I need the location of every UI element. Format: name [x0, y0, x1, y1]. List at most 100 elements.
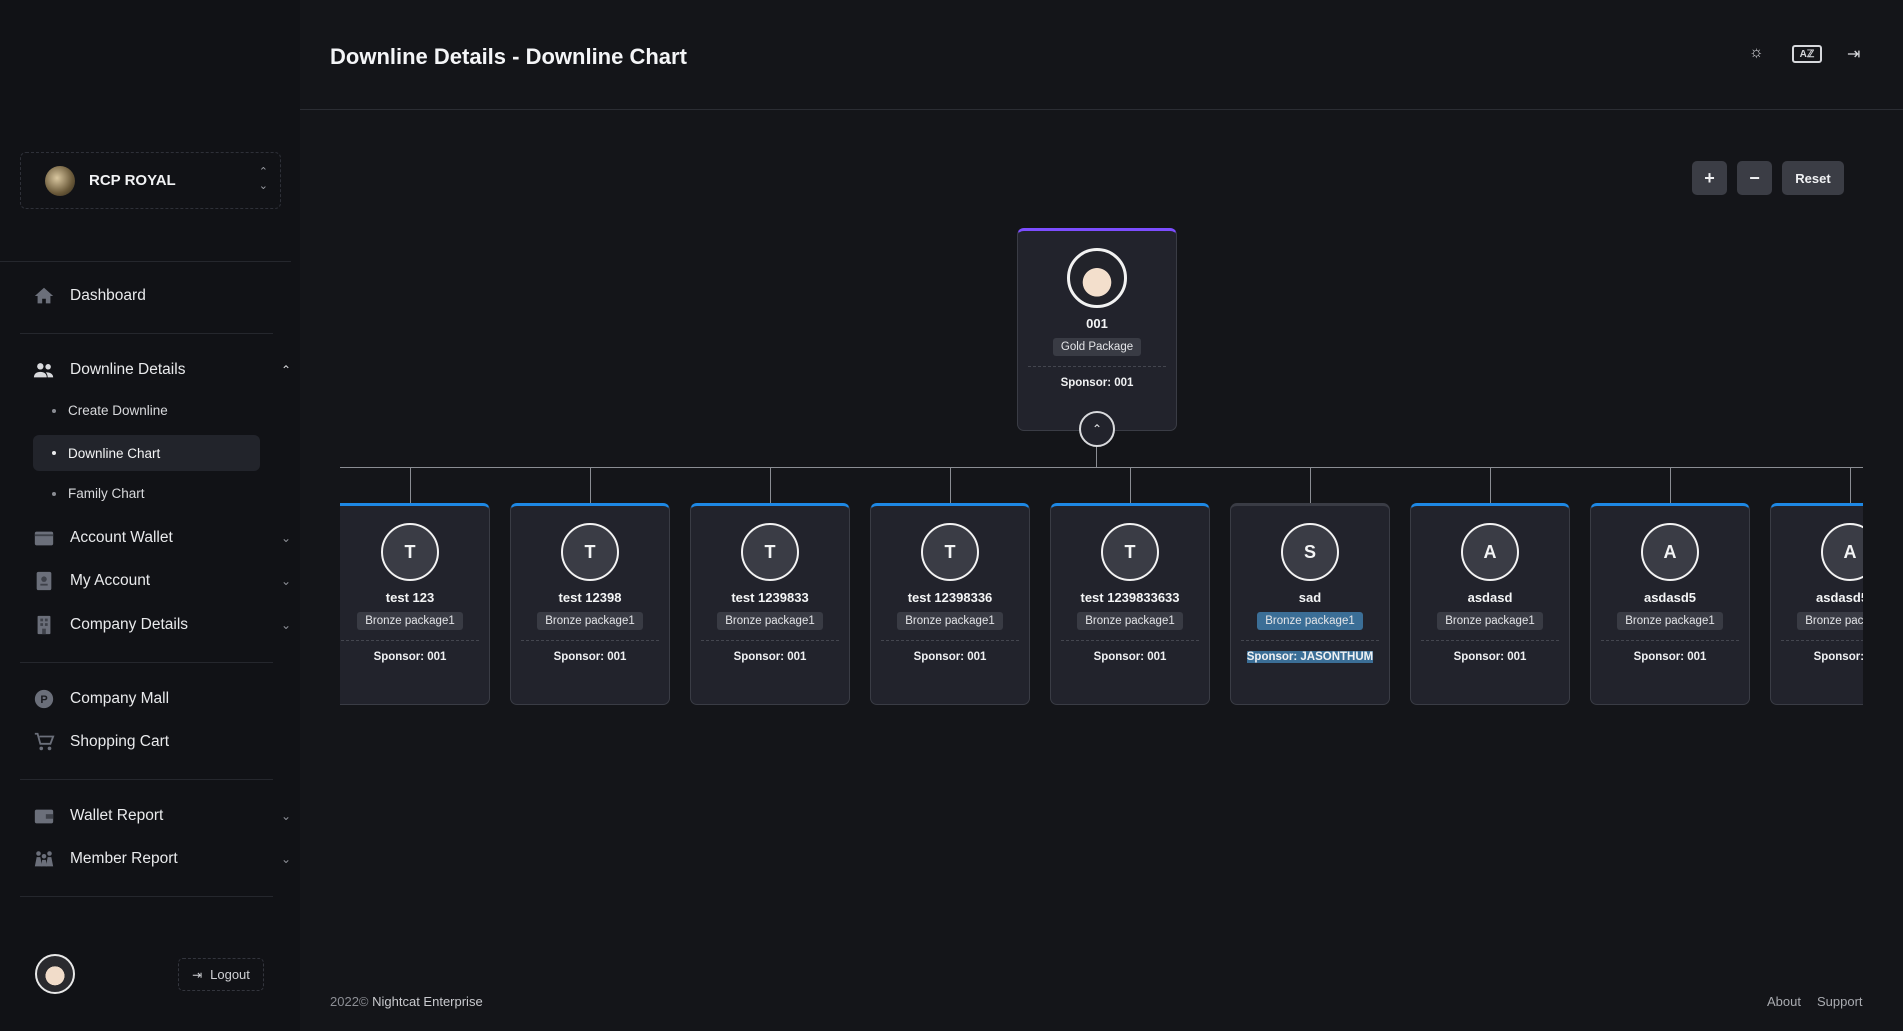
child-node[interactable]: Ttest 1239833 Bronze package1 Sponsor: 001	[690, 503, 850, 705]
divider	[0, 261, 291, 262]
package-badge: Bronze package1	[1257, 612, 1363, 630]
package-badge: Bronze package1	[1617, 612, 1723, 630]
nav-company-details[interactable]: Company Details ⌄	[33, 613, 291, 637]
support-link[interactable]: Support	[1817, 994, 1863, 1009]
child-node[interactable]: Ttest 12398 Bronze package1 Sponsor: 001	[510, 503, 670, 705]
separator	[1421, 640, 1559, 641]
root-node[interactable]: 001 Gold Package Sponsor: 001	[1017, 228, 1177, 431]
nav-downline-details-label: Downline Details	[70, 361, 186, 378]
mall-icon: P	[33, 688, 55, 710]
node-sponsor: Sponsor: 001	[1060, 377, 1134, 389]
child-node[interactable]: Ssad Bronze package1 Sponsor: JASONTHUM	[1230, 503, 1390, 705]
account-switcher[interactable]: RCP ROYAL ⌃ ⌄	[20, 152, 281, 209]
node-sponsor-text: Sponsor: 001	[733, 651, 807, 663]
node-name: asdasd	[1467, 590, 1513, 605]
connector-line	[1096, 445, 1097, 467]
child-node[interactable]: Ttest 123 Bronze package1 Sponsor: 001	[340, 503, 490, 705]
node-sponsor-text: Sponsor: 001	[1453, 651, 1527, 663]
node-sponsor-text: Sponsor: 001	[1093, 651, 1167, 663]
child-node[interactable]: Ttest 12398336 Bronze package1 Sponsor: 00…	[870, 503, 1030, 705]
nav-member-report[interactable]: Member Report ⌄	[33, 847, 291, 871]
node-sponsor: Sponsor: 001	[1771, 651, 1863, 663]
child-node[interactable]: Aasdasd Bronze package1 Sponsor: 001	[1410, 503, 1570, 705]
node-sponsor-text: Sponsor: 001	[913, 651, 987, 663]
nav-wallet-report-label: Wallet Report	[70, 807, 164, 824]
initial-avatar: T	[741, 523, 799, 581]
initial-avatar: T	[921, 523, 979, 581]
nav-company-mall[interactable]: P Company Mall	[33, 687, 169, 711]
nav-wallet-report[interactable]: Wallet Report ⌄	[33, 804, 291, 828]
logout-icon[interactable]: ⇥	[1847, 44, 1860, 64]
chevron-down-icon: ⌄	[281, 852, 292, 866]
node-sponsor-text: Sponsor: 001	[553, 651, 627, 663]
nav-shopping-cart-label: Shopping Cart	[70, 733, 170, 750]
footer-copyright: 2022© Nightcat Enterprise	[330, 994, 483, 1009]
nav-account-wallet-label: Account Wallet	[70, 529, 173, 546]
node-name: test 1239833	[731, 590, 809, 605]
initial-avatar: A	[1821, 523, 1863, 581]
divider	[20, 896, 273, 897]
node-name: asdasd5	[1643, 590, 1697, 605]
footer-company: Nightcat Enterprise	[372, 994, 483, 1009]
nav-my-account[interactable]: My Account ⌄	[33, 569, 291, 593]
zoom-in-button[interactable]: +	[1692, 161, 1727, 195]
bullet-icon	[52, 491, 56, 496]
logout-icon: ⇥	[192, 967, 203, 982]
separator	[521, 640, 659, 641]
nav-shopping-cart[interactable]: Shopping Cart	[33, 730, 169, 754]
svg-text:P: P	[40, 694, 47, 706]
wallet-icon	[33, 805, 55, 827]
connector-line	[1310, 467, 1311, 503]
account-logo	[45, 165, 75, 196]
nav-downline-details[interactable]: Downline Details ⌃	[33, 358, 291, 382]
chevron-down-icon: ⌄	[281, 531, 292, 545]
node-name: test 12398336	[907, 590, 993, 605]
node-sponsor: Sponsor: 001	[1051, 651, 1209, 663]
nav-dashboard[interactable]: Dashboard	[33, 284, 146, 308]
separator	[1781, 640, 1863, 641]
wallet-icon	[33, 527, 55, 549]
chevron-up-icon: ⌃	[1091, 422, 1103, 436]
nav-dashboard-label: Dashboard	[70, 287, 146, 304]
initial-avatar: S	[1281, 523, 1339, 581]
chevron-up-icon: ⌃	[281, 363, 292, 377]
initial-avatar: T	[561, 523, 619, 581]
logout-button[interactable]: ⇥ Logout	[178, 958, 264, 991]
initial-avatar: T	[1101, 523, 1159, 581]
separator	[1061, 640, 1199, 641]
child-node[interactable]: Aasdasd5dd Bronze package1 Sponsor: 001	[1770, 503, 1863, 705]
child-node[interactable]: Aasdasd5 Bronze package1 Sponsor: 001	[1590, 503, 1750, 705]
node-sponsor: Sponsor: 001	[871, 651, 1029, 663]
nav-my-account-label: My Account	[70, 572, 151, 589]
page-title: Downline Details - Downline Chart	[330, 44, 687, 69]
connector-line	[770, 467, 771, 503]
downline-chart: 001 Gold Package Sponsor: 001 ⌃ Ttest 12…	[340, 220, 1863, 740]
node-name: test 1239833633	[1080, 590, 1180, 605]
zoom-out-button[interactable]: −	[1737, 161, 1772, 195]
child-node[interactable]: Ttest 1239833633 Bronze package1 Sponsor: …	[1050, 503, 1210, 705]
nav-family-chart[interactable]: Family Chart	[52, 486, 145, 501]
node-sponsor: Sponsor: 001	[1411, 651, 1569, 663]
node-sponsor-text: Sponsor: JASONTHUM	[1246, 651, 1374, 663]
node-name: test 123	[385, 590, 435, 605]
language-icon[interactable]: Aℤ	[1792, 45, 1822, 63]
nav-create-downline[interactable]: Create Downline	[52, 403, 168, 418]
connector-line	[1850, 467, 1851, 503]
separator	[1028, 366, 1166, 367]
connector-line	[340, 467, 1863, 468]
theme-toggle-icon[interactable]: ☼	[1749, 44, 1764, 62]
chevron-updown-icon: ⌃ ⌄	[258, 166, 268, 192]
initial-avatar: A	[1461, 523, 1519, 581]
footer-year: 2022©	[330, 994, 369, 1009]
user-avatar[interactable]	[35, 954, 75, 994]
nav-member-report-label: Member Report	[70, 850, 178, 867]
separator	[1601, 640, 1739, 641]
nav-account-wallet[interactable]: Account Wallet ⌄	[33, 526, 291, 550]
nav-create-downline-label: Create Downline	[68, 403, 168, 418]
about-link[interactable]: About	[1767, 994, 1801, 1009]
avatar	[1067, 248, 1127, 308]
nav-downline-chart[interactable]: Downline Chart	[33, 435, 260, 471]
collapse-button[interactable]: ⌃	[1079, 411, 1115, 447]
node-sponsor: Sponsor: 001	[340, 651, 489, 663]
reset-button[interactable]: Reset	[1782, 161, 1844, 195]
